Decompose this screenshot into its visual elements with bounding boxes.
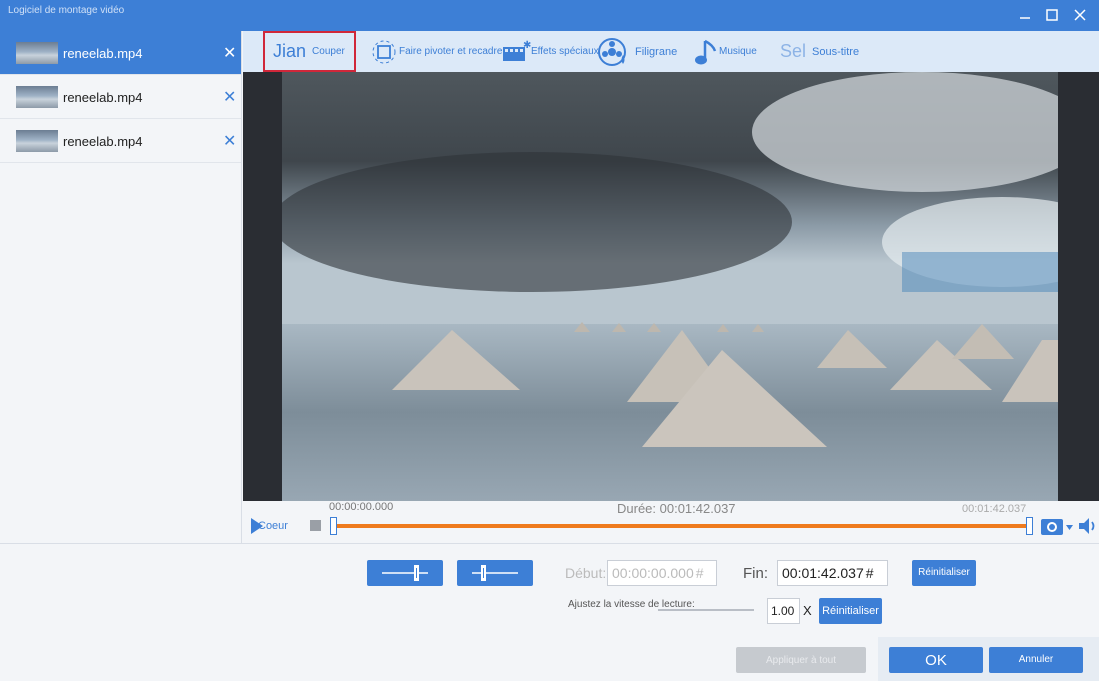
duration-label: Durée: 00:01:42.037	[617, 501, 736, 516]
speed-slider[interactable]	[658, 609, 754, 611]
set-start-button[interactable]	[367, 560, 443, 586]
cancel-button[interactable]: Annuler	[989, 647, 1083, 673]
video-thumbnail	[16, 130, 58, 152]
tab-music[interactable]: Musique	[693, 31, 757, 72]
remove-file-icon[interactable]: ✕	[223, 131, 236, 151]
watermark-icon	[598, 37, 626, 66]
film-effects-icon: ✱	[503, 40, 531, 61]
video-thumbnail	[16, 42, 58, 64]
start-trim-handle[interactable]	[330, 517, 337, 535]
cut-tab-label: Couper	[312, 46, 345, 57]
cut-tab-glyph: Jian	[273, 41, 307, 61]
music-note-icon	[695, 39, 717, 64]
effects-tab-label: Effets spéciaux	[531, 46, 599, 57]
close-icon[interactable]	[1071, 6, 1089, 24]
watermark-tab-label: Filigrane	[635, 45, 678, 58]
end-trim-handle[interactable]	[1026, 517, 1033, 535]
crop-rotate-icon	[372, 40, 396, 63]
video-frame[interactable]	[282, 72, 1058, 501]
file-name: reneelab.mp4	[63, 90, 143, 105]
set-end-button[interactable]	[457, 560, 533, 586]
trim-end-icon	[472, 565, 518, 581]
trim-start-icon	[382, 565, 428, 581]
start-label: Début:	[565, 565, 607, 581]
timeline: 00:00:00.000 Durée: 00:01:42.037 00:01:4…	[243, 501, 1099, 543]
file-list: reneelab.mp4 ✕ reneelab.mp4 ✕ reneelab.m…	[0, 31, 242, 543]
remove-file-icon[interactable]: ✕	[223, 87, 236, 107]
ok-button[interactable]: OK	[889, 647, 983, 673]
timeline-start-time: 00:00:00.000	[329, 501, 394, 513]
play-label: Coeur	[258, 520, 288, 532]
end-label: Fin:	[743, 565, 769, 582]
remove-file-icon[interactable]: ✕	[223, 43, 236, 63]
music-tab-label: Musique	[719, 46, 757, 57]
end-time-field[interactable]: 00:01:42.037 #	[777, 560, 888, 586]
timeline-end-time: 00:01:42.037	[962, 503, 1027, 515]
video-scene	[282, 72, 1058, 501]
reset-trim-button[interactable]: Réinitialiser	[912, 560, 976, 586]
snapshot-camera-icon[interactable]	[1040, 515, 1074, 537]
title-bar: Logiciel de montage vidéo	[0, 0, 1099, 31]
file-name: reneelab.mp4	[63, 46, 143, 61]
speed-unit: X	[803, 603, 812, 618]
tab-cut[interactable]: Jian Couper	[263, 31, 356, 72]
trim-panel: Début: 00:00:00.000 # Fin: 00:01:42.037 # …	[0, 543, 1099, 681]
file-item[interactable]: reneelab.mp4 ✕	[0, 75, 241, 119]
maximize-icon[interactable]	[1043, 6, 1061, 24]
minimize-icon[interactable]	[1016, 6, 1034, 24]
subtitle-tab-glyph: Sel	[780, 41, 807, 61]
svg-text:✱: ✱	[523, 40, 531, 51]
timeline-track[interactable]	[333, 524, 1030, 528]
rotate-tab-label: Faire pivoter et recadrer	[399, 46, 506, 57]
speed-field[interactable]: 1.00	[767, 598, 800, 624]
file-item[interactable]: reneelab.mp4 ✕	[0, 119, 241, 163]
tab-rotate-crop[interactable]: Faire pivoter et recadrer	[371, 31, 506, 72]
tab-watermark[interactable]: Filigrane	[597, 31, 677, 72]
tab-subtitle[interactable]: Sel Sous-titre	[780, 31, 859, 72]
hash-icon: #	[695, 565, 704, 581]
video-thumbnail	[16, 86, 58, 108]
apply-all-button[interactable]: Appliquer à tout	[736, 647, 866, 673]
start-time-value: 00:00:00.000	[612, 565, 694, 581]
start-time-field[interactable]: 00:00:00.000 #	[607, 560, 717, 586]
file-name: reneelab.mp4	[63, 134, 143, 149]
volume-icon[interactable]	[1078, 517, 1098, 535]
tab-effects[interactable]: ✱ Effets spéciaux	[501, 31, 599, 72]
file-item[interactable]: reneelab.mp4 ✕	[0, 31, 241, 75]
window-title: Logiciel de montage vidéo	[8, 5, 125, 16]
edit-toolbar: Jian Couper Faire pivoter et recadrer ✱ …	[243, 31, 1099, 72]
subtitle-tab-label: Sous-titre	[812, 45, 860, 58]
video-preview-area	[243, 72, 1099, 501]
end-time-value: 00:01:42.037	[782, 565, 864, 581]
hash-icon: #	[865, 565, 874, 581]
reset-speed-button[interactable]: Réinitialiser	[819, 598, 882, 624]
stop-icon[interactable]	[310, 520, 321, 531]
